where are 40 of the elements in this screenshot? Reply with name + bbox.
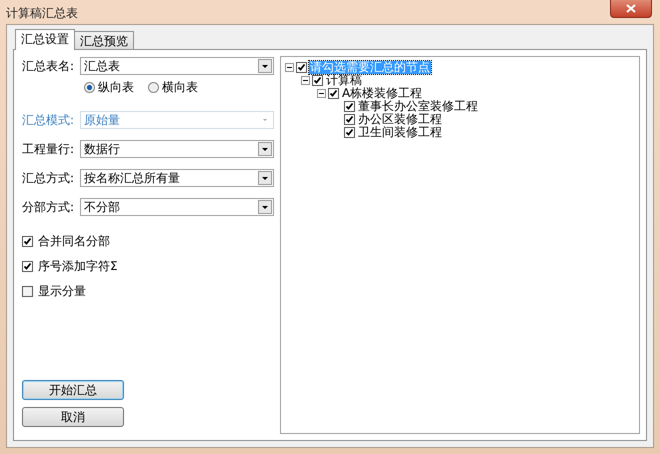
checkbox[interactable] — [312, 75, 323, 86]
checkbox[interactable] — [22, 286, 33, 296]
tab[interactable]: 汇总设置 — [15, 29, 75, 50]
dropdown-field[interactable]: 不分部 — [80, 198, 274, 216]
checkbox-label: 合并同名分部 — [38, 232, 110, 250]
checkbox[interactable] — [328, 88, 339, 99]
window-title: 计算稿汇总表 — [6, 5, 78, 22]
radio-label: 横向表 — [162, 79, 198, 96]
dropdown-field[interactable]: 汇总表 — [80, 57, 274, 75]
checkbox-label: 显示分量 — [38, 282, 86, 300]
checkbox[interactable] — [344, 114, 355, 125]
tab[interactable]: 汇总预览 — [74, 31, 134, 50]
radio-button[interactable] — [148, 82, 159, 93]
action-button[interactable]: 开始汇总 — [22, 380, 124, 400]
checkbox[interactable] — [344, 127, 355, 138]
field-label: 汇总方式: — [22, 170, 76, 186]
dropdown-field[interactable]: 数据行 — [80, 140, 274, 158]
close-button[interactable] — [610, 0, 652, 18]
close-icon — [626, 4, 636, 13]
tree-item[interactable]: 董事长办公室装修工程 — [357, 100, 479, 113]
collapse-icon[interactable] — [285, 63, 294, 72]
radio-button[interactable] — [84, 82, 95, 93]
checkbox[interactable] — [344, 101, 355, 112]
tree-item[interactable]: 卫生间装修工程 — [357, 126, 443, 139]
tree-item[interactable]: 办公区装修工程 — [357, 113, 443, 126]
collapse-icon[interactable] — [317, 89, 326, 98]
collapse-icon[interactable] — [301, 76, 310, 85]
field-label: 工程量行: — [22, 140, 76, 158]
radio-label: 纵向表 — [98, 79, 134, 96]
tree-item[interactable]: A栋楼装修工程 — [341, 87, 424, 100]
checkbox[interactable] — [22, 236, 33, 246]
tree-item[interactable]: 计算稿 — [325, 74, 363, 87]
field-label: 分部方式: — [22, 198, 76, 216]
checkbox-label: 序号添加字符Σ — [38, 258, 118, 274]
action-button[interactable]: 取消 — [22, 407, 124, 427]
field-label: 汇总表名: — [22, 58, 76, 74]
dropdown-field[interactable]: 按名称汇总所有量 — [80, 169, 274, 187]
checkbox[interactable] — [22, 260, 33, 272]
field-label: 汇总模式: — [22, 112, 76, 128]
checkbox[interactable] — [296, 62, 307, 73]
